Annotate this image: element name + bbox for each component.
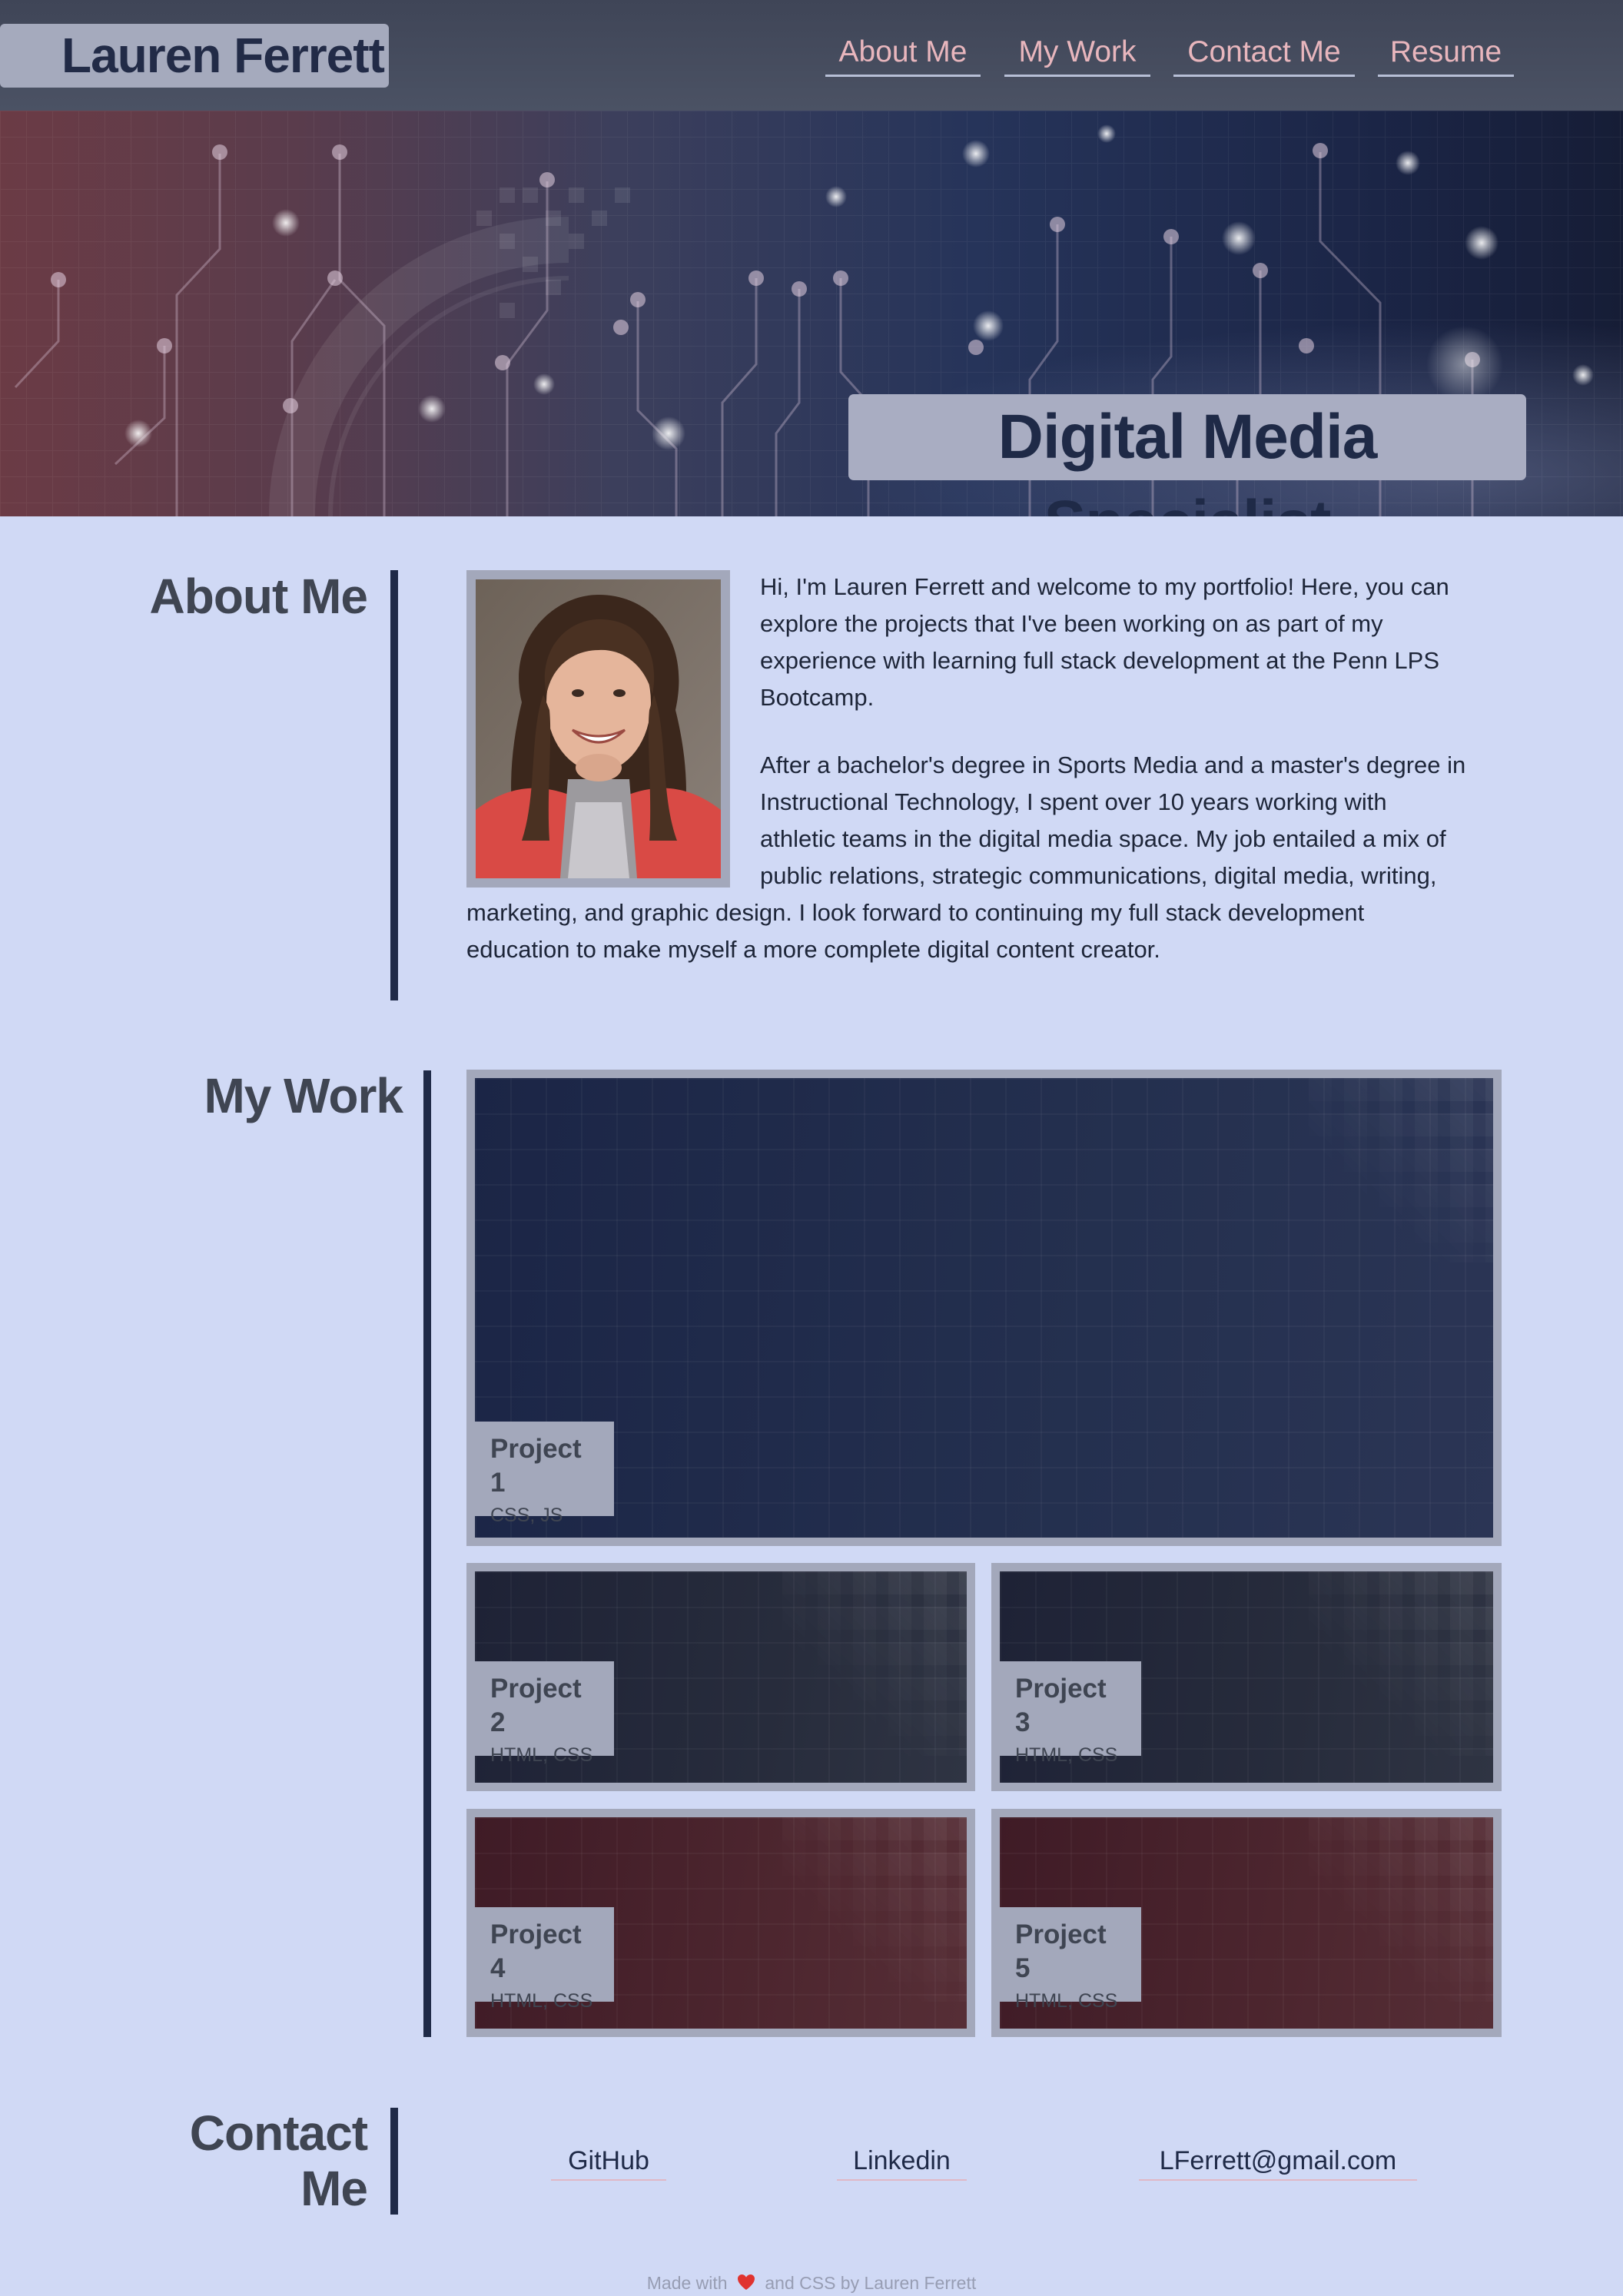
- hero-banner: Digital Media Specialist: [0, 111, 1623, 516]
- project-card-1[interactable]: Project 1 CSS, JS: [466, 1070, 1502, 1546]
- project-label: Project 2 HTML, CSS: [475, 1661, 614, 1766]
- nav-link-about-me[interactable]: About Me: [825, 29, 981, 77]
- project-label: Project 1 CSS, JS: [475, 1422, 614, 1526]
- about-divider-bar: [390, 570, 398, 1000]
- project-tech: HTML, CSS: [1015, 1990, 1118, 2012]
- about-paragraph-2b: marketing, and graphic design. I look fo…: [466, 894, 1527, 968]
- footer-suffix: and CSS by Lauren Ferrett: [765, 2273, 977, 2293]
- project-name: Project 3: [1015, 1674, 1107, 1737]
- about-text-line: Hi, I'm Lauren Ferrett and welcome to my…: [760, 573, 1449, 600]
- about-text-line: athletic teams in the digital media spac…: [760, 825, 1446, 852]
- project-screenshot: Project 5 HTML, CSS: [1000, 1817, 1493, 2029]
- about-text-line: Bootcamp.: [760, 684, 875, 711]
- main-nav: About Me My Work Contact Me Resume: [0, 29, 1623, 83]
- project-tech: HTML, CSS: [1015, 1744, 1118, 1766]
- about-text-line: marketing, and graphic design. I look fo…: [466, 899, 1365, 926]
- about-text-line: experience with learning full stack deve…: [760, 647, 1440, 674]
- nav-link-contact-me[interactable]: Contact Me: [1173, 29, 1355, 77]
- about-text-line: public relations, strategic communicatio…: [760, 862, 1437, 889]
- project-card-2[interactable]: Project 2 HTML, CSS: [466, 1563, 975, 1791]
- project-name: Project 4: [490, 1919, 582, 1983]
- contact-heading-line-2: Me: [300, 2161, 368, 2216]
- email-link[interactable]: LFerrett@gmail.com: [1139, 2142, 1417, 2181]
- contact-heading: Contact Me: [138, 2105, 368, 2216]
- project-screenshot: Project 1 CSS, JS: [475, 1078, 1493, 1538]
- about-text-line: explore the projects that I've been work…: [760, 610, 1383, 637]
- project-label: Project 4 HTML, CSS: [475, 1907, 614, 2012]
- about-paragraph-1: Hi, I'm Lauren Ferrett and welcome to my…: [760, 569, 1498, 716]
- portrait-frame: [466, 570, 730, 888]
- project-tech: HTML, CSS: [490, 1744, 593, 1766]
- profile-photo: [476, 579, 721, 878]
- github-link[interactable]: GitHub: [551, 2142, 666, 2181]
- nav-link-my-work[interactable]: My Work: [1004, 29, 1150, 77]
- project-name: Project 2: [490, 1674, 582, 1737]
- about-paragraph-2a: After a bachelor's degree in Sports Medi…: [760, 747, 1521, 894]
- footer-prefix: Made with: [646, 2273, 728, 2293]
- footer: Made with and CSS by Lauren Ferrett: [0, 2270, 1623, 2296]
- project-card-4[interactable]: Project 4 HTML, CSS: [466, 1809, 975, 2037]
- site-header: Lauren Ferrett About Me My Work Contact …: [0, 0, 1623, 111]
- about-text-line: Instructional Technology, I spent over 1…: [760, 788, 1387, 815]
- linkedin-link[interactable]: Linkedin: [837, 2142, 967, 2181]
- project-label: Project 5 HTML, CSS: [1000, 1907, 1141, 2012]
- work-heading: My Work: [204, 1068, 403, 1123]
- project-tech: HTML, CSS: [490, 1990, 593, 2012]
- contact-divider-bar: [390, 2108, 398, 2215]
- work-divider-bar: [423, 1070, 431, 2037]
- about-heading: About Me: [149, 569, 369, 624]
- project-card-3[interactable]: Project 3 HTML, CSS: [991, 1563, 1502, 1791]
- contact-heading-line-1: Contact: [189, 2105, 368, 2161]
- project-screenshot: Project 4 HTML, CSS: [475, 1817, 967, 2029]
- project-screenshot: Project 3 HTML, CSS: [1000, 1571, 1493, 1783]
- project-name: Project 1: [490, 1434, 582, 1498]
- project-screenshot: Project 2 HTML, CSS: [475, 1571, 967, 1783]
- project-card-5[interactable]: Project 5 HTML, CSS: [991, 1809, 1502, 2037]
- project-label: Project 3 HTML, CSS: [1000, 1661, 1141, 1766]
- hero-title: Digital Media Specialist: [848, 394, 1526, 516]
- about-text-line: education to make myself a more complete…: [466, 936, 1160, 963]
- project-tech: CSS, JS: [490, 1505, 563, 1526]
- heart-icon: [737, 2271, 755, 2296]
- about-text-line: After a bachelor's degree in Sports Medi…: [760, 752, 1466, 778]
- project-name: Project 5: [1015, 1919, 1107, 1983]
- nav-link-resume[interactable]: Resume: [1378, 29, 1514, 77]
